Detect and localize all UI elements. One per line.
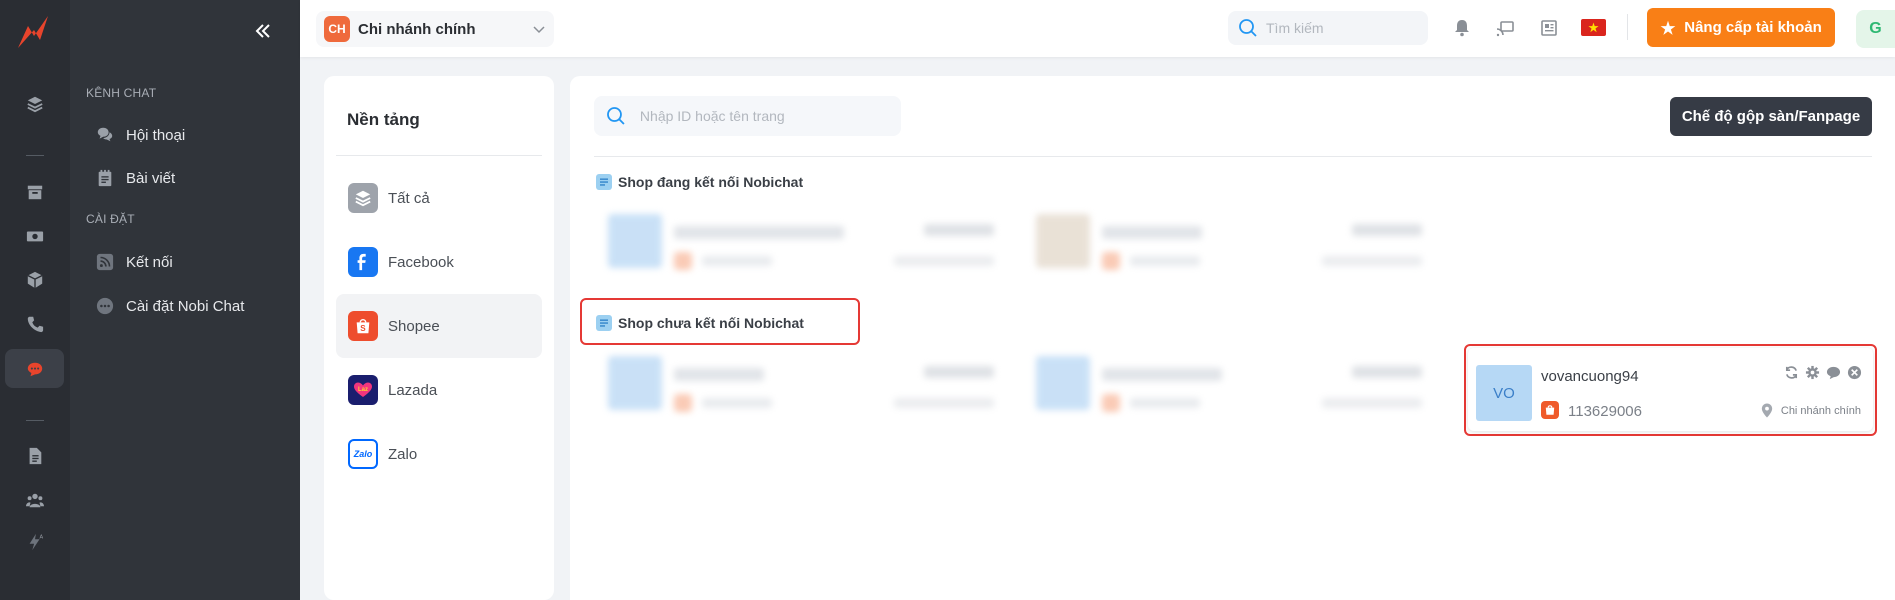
shop-avatar: VO (1476, 365, 1532, 421)
shop-location-label: Chi nhánh chính (1780, 404, 1861, 417)
platform-item-lazada[interactable]: Laz Lazada (336, 358, 542, 422)
shop-actions (1783, 364, 1863, 381)
document-icon[interactable] (0, 436, 70, 476)
blurred-shop-card (1022, 344, 1432, 436)
list-icon (596, 174, 612, 190)
shop-location: Chi nhánh chính (1761, 403, 1861, 418)
sidebar-item-label: Hội thoại (126, 126, 186, 144)
sidebar: KÊNH CHAT Hội thoại Bài viết CÀI ĐẶT Kết… (70, 0, 300, 600)
layers-icon (348, 183, 378, 213)
sidebar-item-label: Cài đặt Nobi Chat (126, 297, 245, 315)
svg-text:S: S (360, 324, 366, 333)
top-bar: CH Chi nhánh chính Nâng cấp tài khoản G (300, 0, 1895, 57)
upgrade-account-button[interactable]: Nâng cấp tài khoản (1647, 8, 1835, 47)
collapse-sidebar-button[interactable] (250, 18, 276, 44)
top-search[interactable] (1228, 11, 1428, 45)
platform-label: Lazada (388, 381, 438, 399)
shop-name: vovancuong94 (1541, 368, 1639, 385)
vietnam-flag-icon[interactable] (1581, 19, 1606, 36)
phone-icon[interactable] (0, 304, 70, 344)
app-logo[interactable] (14, 12, 54, 52)
chevron-down-icon (533, 26, 545, 34)
group-label-chat: KÊNH CHAT (86, 86, 157, 100)
platform-item-zalo[interactable]: Zalo Zalo (336, 422, 542, 486)
sidebar-item-nobi-settings[interactable]: Cài đặt Nobi Chat (96, 291, 244, 321)
blurred-shop-card (594, 344, 1004, 436)
sidebar-item-label: Kết nối (126, 253, 173, 271)
shop-search-input[interactable] (639, 108, 889, 124)
sidebar-item-label: Bài viết (126, 169, 176, 187)
platform-item-shopee[interactable]: S Shopee (336, 294, 542, 358)
flash-icon[interactable]: A (0, 522, 70, 562)
lazada-logo-text: Laz (358, 387, 368, 393)
upgrade-label: Nâng cấp tài khoản (1684, 19, 1822, 36)
user-avatar[interactable]: G (1856, 10, 1895, 48)
branch-name: Chi nhánh chính (358, 20, 476, 38)
sidebar-item-connect[interactable]: Kết nối (96, 247, 173, 277)
chat-bubbles-icon (97, 127, 113, 142)
svg-text:A: A (40, 534, 44, 540)
shopee-icon: S (348, 311, 378, 341)
top-search-input[interactable] (1266, 20, 1416, 36)
platform-label: Shopee (388, 317, 440, 335)
refresh-icon[interactable] (1783, 364, 1800, 381)
message-icon[interactable] (1825, 364, 1842, 381)
search-icon (607, 107, 625, 125)
newspaper-icon[interactable] (1538, 17, 1560, 39)
shop-search[interactable] (594, 96, 901, 136)
star-icon (1660, 20, 1676, 35)
ellipsis-chat-icon (96, 297, 114, 315)
branch-selector[interactable]: CH Chi nhánh chính (316, 11, 554, 47)
box-icon[interactable] (0, 260, 70, 300)
sidebar-item-posts[interactable]: Bài viết (96, 163, 175, 193)
highlight-section-unconnected (580, 298, 860, 345)
cast-icon[interactable] (1494, 17, 1516, 39)
branch-badge: CH (324, 16, 350, 42)
platform-label: Zalo (388, 445, 418, 463)
zalo-icon: Zalo (348, 439, 378, 469)
users-icon[interactable] (0, 480, 70, 520)
group-label-settings: CÀI ĐẶT (86, 212, 135, 226)
platform-item-all[interactable]: Tất cả (336, 166, 542, 230)
gear-icon[interactable] (1804, 364, 1821, 381)
platform-title: Nền tảng (347, 110, 420, 129)
section-connected-header: Shop đang kết nối Nobichat (596, 172, 803, 192)
shop-card[interactable]: VO vovancuong94 113629006 Chi nhánh chín… (1468, 348, 1873, 431)
rss-icon (96, 253, 114, 271)
platform-item-facebook[interactable]: Facebook (336, 230, 542, 294)
sidebar-item-conversations[interactable]: Hội thoại (96, 120, 185, 150)
location-pin-icon (1761, 403, 1773, 418)
blurred-shop-card (1022, 202, 1432, 294)
shopee-icon (1541, 401, 1559, 419)
archive-icon[interactable] (0, 172, 70, 212)
platform-label: Tất cả (388, 189, 430, 207)
merge-mode-button[interactable]: Chế độ gộp sàn/Fanpage (1670, 97, 1872, 136)
facebook-icon (348, 247, 378, 277)
platform-label: Facebook (388, 253, 454, 271)
search-icon (1239, 19, 1257, 37)
chat-icon[interactable] (5, 349, 64, 388)
blurred-shop-card (594, 202, 1004, 294)
section-connected-label: Shop đang kết nối Nobichat (618, 174, 804, 190)
shop-id: 113629006 (1568, 403, 1642, 420)
bell-icon[interactable] (1451, 17, 1473, 39)
zalo-logo-text: Zalo (353, 449, 373, 459)
lazada-icon: Laz (348, 375, 378, 405)
notepad-icon (98, 169, 112, 187)
close-icon[interactable] (1846, 364, 1863, 381)
double-chevron-left-icon (255, 24, 270, 38)
money-icon[interactable] (0, 216, 70, 256)
platform-panel: Nền tảng Tất cả Facebook S Shopee Laz La… (324, 76, 554, 600)
icon-rail: A (0, 0, 70, 600)
layers-icon[interactable] (0, 84, 70, 124)
